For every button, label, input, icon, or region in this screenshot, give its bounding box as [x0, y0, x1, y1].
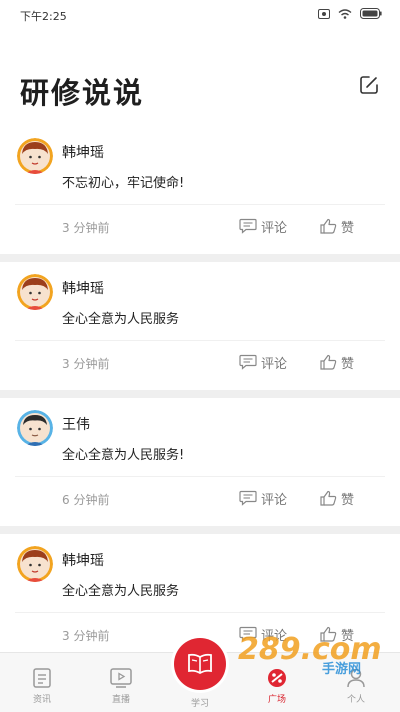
comment-button[interactable]: 评论 [239, 487, 287, 509]
post-card[interactable]: 韩坤瑶 全心全意为人民服务 3 分钟前 评论 赞 [0, 262, 400, 390]
status-icons [318, 8, 382, 19]
post-card[interactable]: 王伟 全心全意为人民服务! 6 分钟前 评论 赞 [0, 398, 400, 526]
nav-item-study[interactable] [174, 638, 226, 690]
book-icon [188, 653, 212, 675]
notification-icon [318, 8, 330, 19]
comment-label: 评论 [261, 220, 288, 236]
post-separator [0, 526, 400, 534]
post-footer: 3 分钟前 评论 赞 [0, 340, 400, 386]
nav-label: 个人 [346, 695, 365, 705]
edit-icon [360, 76, 378, 94]
edit-button[interactable] [358, 74, 380, 96]
post-content: 全心全意为人民服务 [62, 584, 180, 599]
post-author: 韩坤瑶 [62, 553, 104, 569]
watermark-subtext: 手游网 [322, 661, 361, 676]
post-footer: 3 分钟前 评论 赞 [0, 204, 400, 250]
comment-button[interactable]: 评论 [239, 215, 287, 237]
post-content: 全心全意为人民服务 [62, 312, 180, 327]
nav-item-news[interactable]: 资讯 [17, 667, 67, 705]
live-icon [110, 668, 132, 688]
post-time: 3 分钟前 [62, 221, 110, 235]
post-author: 王伟 [62, 417, 90, 433]
comment-label: 评论 [261, 356, 288, 372]
post-separator [0, 254, 400, 262]
battery-icon [360, 8, 382, 19]
nav-label: 资讯 [32, 695, 51, 705]
wifi-icon [338, 8, 352, 19]
post-author: 韩坤瑶 [62, 281, 104, 297]
thumbs-up-icon [320, 490, 337, 506]
like-label: 赞 [341, 220, 355, 236]
news-icon [33, 668, 51, 688]
post-time: 3 分钟前 [62, 357, 110, 371]
nav-label: 直播 [111, 695, 130, 705]
post-time: 6 分钟前 [62, 493, 110, 507]
comment-icon [239, 218, 257, 234]
thumbs-up-icon [320, 354, 337, 370]
post-content: 全心全意为人民服务! [62, 448, 185, 463]
post-footer: 6 分钟前 评论 赞 [0, 476, 400, 522]
like-label: 赞 [341, 492, 355, 508]
post-time: 3 分钟前 [62, 629, 110, 643]
post-separator [0, 390, 400, 398]
nav-label-study: 学习 [190, 699, 209, 709]
status-bar: 下午2:25 [0, 0, 400, 30]
comment-button[interactable]: 评论 [239, 351, 287, 373]
comment-label: 评论 [261, 492, 288, 508]
avatar[interactable] [17, 274, 53, 310]
post-author: 韩坤瑶 [62, 145, 104, 161]
like-label: 赞 [341, 356, 355, 372]
status-time: 下午2:25 [20, 10, 67, 23]
comment-icon [239, 490, 257, 506]
avatar[interactable] [17, 138, 53, 174]
like-button[interactable]: 赞 [320, 351, 354, 373]
avatar[interactable] [17, 410, 53, 446]
like-button[interactable]: 赞 [320, 215, 354, 237]
comment-icon [239, 354, 257, 370]
post-card[interactable]: 韩坤瑶 不忘初心，牢记使命! 3 分钟前 评论 赞 [0, 126, 400, 254]
post-feed: 韩坤瑶 不忘初心，牢记使命! 3 分钟前 评论 赞 韩坤瑶 全心全意为人民服务 … [0, 126, 400, 662]
thumbs-up-icon [320, 218, 337, 234]
watermark: 289.com 手游网 [236, 632, 384, 677]
nav-item-live[interactable]: 直播 [96, 667, 146, 705]
post-content: 不忘初心，牢记使命! [62, 176, 185, 191]
page-title: 研修说说 [20, 76, 145, 110]
nav-label: 广场 [267, 695, 286, 705]
like-button[interactable]: 赞 [320, 487, 354, 509]
avatar[interactable] [17, 546, 53, 582]
